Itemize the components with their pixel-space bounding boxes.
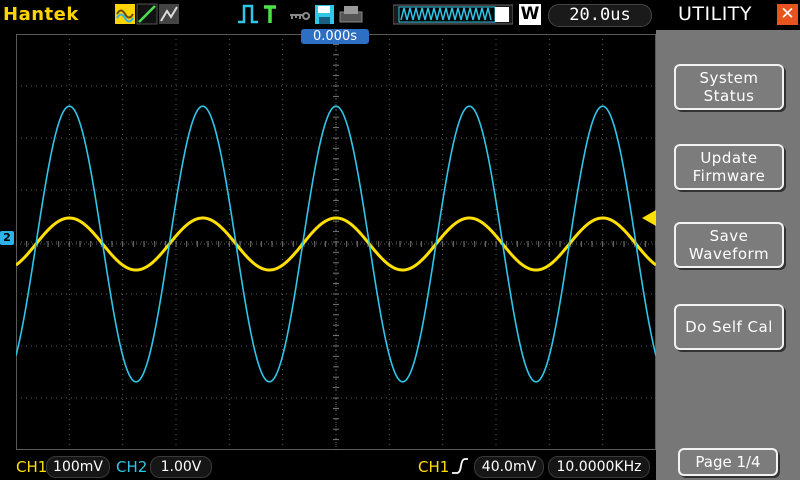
save-waveform-label-1: Save (709, 227, 749, 245)
close-icon[interactable]: ✕ (777, 4, 798, 25)
update-firmware-label-1: Update (700, 149, 758, 167)
ch1-label[interactable]: CH1 (16, 458, 47, 476)
channel-status-bar: CH1 100mV CH2 1.00V CH1 40.0mV 10.0000KH… (0, 452, 656, 480)
waveform-display[interactable] (16, 34, 656, 450)
utility-menu: UTILITY ✕ System Status Update Firmware … (656, 0, 800, 480)
window-mode-icon[interactable]: W (519, 4, 541, 25)
memory-depth-bar (393, 4, 513, 25)
brand-logo: Hantek (3, 4, 79, 25)
update-firmware-button[interactable]: Update Firmware (674, 144, 784, 190)
timebase-value[interactable]: 20.0us (548, 4, 652, 27)
ch1-scale[interactable]: 100mV (46, 456, 110, 478)
ch2-level-marker[interactable]: 2 (0, 231, 14, 245)
frequency-readout: 10.0000KHz (548, 456, 650, 478)
storage-icons (290, 5, 363, 24)
trigger-mode-icons (238, 4, 276, 24)
display-mode-icons (115, 3, 179, 25)
page-button[interactable]: Page 1/4 (678, 448, 778, 476)
top-status-bar: Hantek W 20.0us (0, 0, 656, 30)
ch2-scale[interactable]: 1.00V (150, 456, 212, 478)
menu-header: UTILITY ✕ (656, 0, 800, 30)
ch2-label[interactable]: CH2 (116, 458, 147, 476)
key-icon (290, 12, 311, 20)
rising-edge-icon (452, 458, 468, 474)
trigger-level-value[interactable]: 40.0mV (474, 456, 544, 478)
save-waveform-label-2: Waveform (688, 245, 770, 263)
save-waveform-button[interactable]: Save Waveform (674, 222, 784, 268)
pulse-trigger-icon (238, 4, 258, 24)
system-status-label-2: Status (703, 87, 755, 105)
system-status-label-1: System (699, 69, 759, 87)
menu-title: UTILITY (678, 3, 753, 25)
trigger-level-marker[interactable] (642, 210, 656, 226)
system-status-button[interactable]: System Status (674, 64, 784, 110)
trigger-position-value[interactable]: 0.000s (301, 29, 369, 44)
self-cal-label: Do Self Cal (685, 318, 773, 336)
trigger-source-label[interactable]: CH1 (418, 458, 449, 476)
trigger-t-icon (264, 5, 276, 23)
update-firmware-label-2: Firmware (692, 167, 766, 185)
self-cal-button[interactable]: Do Self Cal (674, 304, 784, 350)
